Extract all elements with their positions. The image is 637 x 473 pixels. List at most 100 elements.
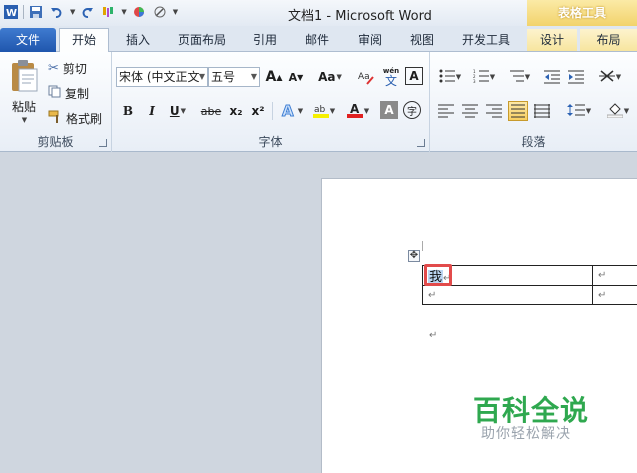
copy-icon — [48, 85, 61, 101]
tab-mailings[interactable]: 邮件 — [297, 29, 337, 51]
font-name-combo[interactable]: 宋体 (中文正文 ▼ — [116, 67, 208, 87]
save-icon[interactable] — [27, 3, 45, 21]
char-border-label: A — [409, 69, 419, 83]
font-color-icon: A — [346, 102, 363, 121]
ribbon: 粘贴 ▼ ✂ 剪切 复制 格式刷 剪贴板 宋体 (中文正文▼ 五号▼ A▲ — [0, 52, 637, 152]
cell-end-mark: ↵ — [428, 289, 437, 301]
tab-file[interactable]: 文件 — [0, 28, 56, 52]
align-right-icon[interactable] — [484, 101, 504, 121]
font-size-combo[interactable]: 五号 ▼ — [208, 67, 260, 87]
line-spacing-button[interactable]: ▼ — [564, 101, 594, 121]
table-cell[interactable]: ↵ — [422, 285, 593, 305]
enclose-char-button[interactable]: 字 — [403, 101, 421, 119]
undo-dropdown-icon[interactable]: ▼ — [70, 8, 75, 16]
clipboard-launcher-icon[interactable] — [99, 139, 107, 147]
table-row: ↵ ↵ — [422, 285, 637, 305]
align-left-icon[interactable] — [436, 101, 456, 121]
bold-label: B — [122, 104, 134, 118]
phonetic-char: 文 — [384, 74, 397, 88]
cut-button[interactable]: ✂ 剪切 — [48, 59, 87, 77]
shading-dropdown-icon: ▼ — [623, 107, 630, 115]
superscript-button[interactable]: x² — [248, 101, 268, 121]
underline-dropdown-icon: ▼ — [180, 107, 187, 115]
tab-design[interactable]: 设计 — [527, 29, 577, 51]
tab-layout[interactable]: 布局 — [580, 29, 637, 51]
strikethrough-button[interactable]: abe — [198, 101, 224, 121]
format-painter-button[interactable]: 格式刷 — [48, 109, 102, 127]
change-case-button[interactable]: Aa ▼ — [317, 67, 343, 87]
paint-bucket-icon — [606, 102, 624, 121]
chinese-layout-dropdown-icon: ▼ — [615, 73, 622, 81]
change-case-dropdown-icon: ▼ — [336, 73, 342, 81]
table-tools-context-title: 表格工具 — [527, 0, 637, 26]
tab-developer[interactable]: 开发工具 — [454, 29, 518, 51]
decrease-indent-icon[interactable] — [542, 67, 562, 87]
svg-text:A: A — [282, 102, 294, 118]
increase-indent-icon[interactable] — [566, 67, 586, 87]
strikethrough-label: abe — [200, 104, 222, 118]
distributed-icon[interactable] — [532, 101, 552, 121]
grow-arrow-icon: ▲ — [276, 72, 283, 82]
shrink-font-button[interactable]: A ▼ — [286, 67, 306, 87]
qat-dropdown-icon[interactable]: ▼ — [173, 8, 178, 16]
grow-font-button[interactable]: A ▲ — [264, 67, 284, 87]
tab-insert[interactable]: 插入 — [118, 29, 158, 51]
title-bar: W ▼ ▼ ▼ 文档1 - Microsoft Word 表格工具 — [0, 0, 637, 26]
char-border-button[interactable]: A — [405, 67, 423, 85]
table-cell[interactable]: ↵ — [592, 285, 637, 305]
clear-format-icon[interactable]: Aa — [357, 67, 377, 87]
text-effects-icon: A — [281, 101, 297, 121]
align-center-icon[interactable] — [460, 101, 480, 121]
chinese-layout-button[interactable]: ▼ — [596, 67, 624, 87]
clipboard-group-label: 剪贴板 — [37, 135, 74, 149]
highlight-button[interactable]: ab ▼ — [310, 101, 338, 121]
char-shading-button[interactable]: A — [380, 101, 398, 119]
font-launcher-icon[interactable] — [417, 139, 425, 147]
shading-button[interactable]: ▼ — [604, 101, 632, 121]
cell-end-mark: ↵ — [598, 289, 607, 301]
tab-review[interactable]: 审阅 — [350, 29, 390, 51]
paste-button[interactable]: 粘贴 — [6, 98, 42, 114]
copy-button[interactable]: 复制 — [48, 84, 89, 102]
document-table[interactable]: 我↵ ↵ ↵ ↵ — [422, 265, 637, 305]
word-app-icon[interactable]: W — [2, 3, 20, 21]
tab-home[interactable]: 开始 — [59, 28, 109, 52]
paintbrush-dropdown-icon[interactable]: ▼ — [121, 8, 126, 16]
bullets-button[interactable]: ▼ — [436, 67, 464, 87]
table-cell[interactable]: ↵ — [592, 265, 637, 286]
bold-button[interactable]: B — [118, 101, 138, 121]
cut-label: 剪切 — [62, 61, 87, 76]
watermark-slogan: 助你轻松解决 — [481, 426, 571, 442]
undo-icon[interactable] — [48, 3, 66, 21]
margin-corner-mark — [422, 241, 423, 251]
font-color-dropdown-icon: ▼ — [363, 107, 370, 115]
font-size-value: 五号 — [211, 70, 236, 84]
table-move-handle-icon[interactable]: ✥ — [408, 250, 420, 262]
tab-references[interactable]: 引用 — [245, 29, 285, 51]
clipboard-group: 粘贴 ▼ ✂ 剪切 复制 格式刷 剪贴板 — [0, 52, 112, 152]
table-row: 我↵ ↵ — [422, 265, 637, 286]
tab-view[interactable]: 视图 — [402, 29, 442, 51]
paintbrush-icon[interactable] — [99, 3, 117, 21]
color-wheel-icon[interactable] — [130, 3, 148, 21]
no-edit-icon[interactable] — [151, 3, 169, 21]
phonetic-guide-button[interactable]: wén 文 — [380, 64, 402, 88]
font-color-button[interactable]: A ▼ — [344, 101, 372, 121]
paste-dropdown-icon[interactable]: ▼ — [14, 114, 34, 126]
quick-access-toolbar: W ▼ ▼ ▼ — [2, 3, 178, 21]
font-name-value: 宋体 (中文正文 — [119, 70, 200, 84]
shrink-arrow-icon: ▼ — [297, 72, 304, 82]
font-size-dropdown-icon[interactable]: ▼ — [251, 68, 257, 86]
redo-icon[interactable] — [78, 3, 96, 21]
tab-page-layout[interactable]: 页面布局 — [170, 29, 234, 51]
justify-icon[interactable] — [508, 101, 528, 121]
multilevel-list-button[interactable]: ▼ — [504, 67, 534, 87]
font-name-dropdown-icon[interactable]: ▼ — [199, 68, 205, 86]
text-effects-button[interactable]: A ▼ — [278, 101, 306, 121]
underline-button[interactable]: U ▼ — [166, 101, 190, 121]
italic-button[interactable]: I — [142, 101, 162, 121]
subscript-button[interactable]: x₂ — [226, 101, 246, 121]
numbering-button[interactable]: 1 2 3 ▼ — [470, 67, 498, 87]
separator — [23, 5, 24, 19]
paste-icon[interactable] — [6, 56, 42, 96]
